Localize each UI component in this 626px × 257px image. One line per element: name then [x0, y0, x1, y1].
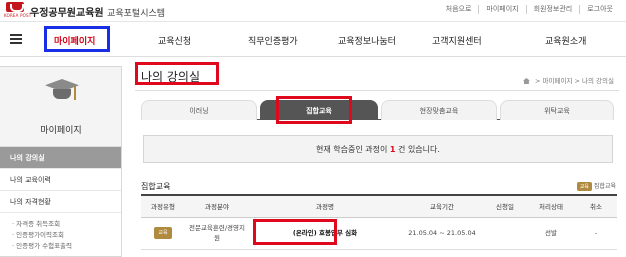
process-status: 선발 [527, 217, 575, 250]
site-title-name: 우정공무원교육원 [30, 8, 104, 19]
sidebar-subitem-cert-history[interactable]: · 인증평가이력조회 [0, 230, 121, 241]
course-table: 과정유형 과정분야 과정명 교육기간 신청일 처리상태 취소 교육 전문교육훈련… [141, 194, 617, 250]
utility-links: 처음으로 마이페이지 회원정보관리 로그아웃 [439, 5, 620, 14]
cancel-cell: - [575, 217, 617, 250]
sidebar-title: 마이페이지 [40, 126, 82, 136]
sidebar-item-qualification-status[interactable]: 나의 자격현황 [0, 191, 121, 213]
sidebar-item-my-classroom[interactable]: 나의 강의실 [0, 147, 121, 169]
column-header: 교육기간 [401, 194, 483, 218]
util-link-mypage[interactable]: 마이페이지 [478, 5, 525, 14]
tab-field-custom[interactable]: 현장맞춤교육 [381, 100, 497, 120]
course-tabs: 이러닝 집합교육 현장맞춤교육 위탁교육 [141, 100, 614, 120]
breadcrumb-my-classroom[interactable]: 나의 강의실 [582, 77, 614, 85]
section-title: 집합교육 [141, 182, 171, 191]
sidebar-item-education-history[interactable]: 나의 교육이력 [0, 169, 121, 191]
nav-item-customer-center[interactable]: 고객지원센터 [432, 34, 482, 47]
course-field-line1: 전문교육훈련/경영지 [188, 224, 245, 232]
tab-commissioned[interactable]: 위탁교육 [500, 100, 614, 120]
legend-chip: 교육 [576, 182, 592, 191]
legend: 교육 집합교육 [576, 181, 616, 191]
table-row: 교육 전문교육훈련/경영지 원 (온라인) 호봉업무 심화 21.05.04 ~ … [141, 217, 617, 250]
tab-elearning[interactable]: 이러닝 [141, 100, 257, 120]
nav-item-course-apply[interactable]: 교육신청 [158, 34, 191, 47]
highlight-box-tab [276, 96, 352, 124]
sidebar-submenu: · 자격증 취득조회 · 인증평가이력조회 · 인증평가 수험표출력 [0, 213, 121, 252]
site-system-name: 교육포털시스템 [107, 9, 166, 19]
column-header: 과정유형 [141, 194, 185, 218]
logo-text: KOREA POST [4, 13, 32, 18]
table-header-row: 과정유형 과정분야 과정명 교육기간 신청일 처리상태 취소 [141, 194, 617, 218]
site-title[interactable]: 우정공무원교육원 교육포털시스템 [30, 4, 165, 19]
sidebar-header: 마이페이지 [0, 67, 121, 147]
highlight-box-page-title [135, 62, 219, 85]
column-header: 처리상태 [527, 194, 575, 218]
util-link-member-info[interactable]: 회원정보관리 [525, 5, 580, 14]
highlight-box-course [253, 219, 337, 245]
post-logo-icon [6, 2, 24, 12]
nav-item-info-share[interactable]: 교육정보나눔터 [338, 34, 396, 47]
home-icon[interactable] [522, 78, 530, 84]
sidebar-subitem-license-lookup[interactable]: · 자격증 취득조회 [0, 219, 121, 230]
column-header: 과정분야 [185, 194, 249, 218]
highlight-box-mypage [44, 26, 110, 52]
logo[interactable]: KOREA POST [4, 2, 31, 18]
course-type-badge: 교육 [154, 227, 172, 239]
nav-item-about[interactable]: 교육원소개 [545, 34, 586, 47]
column-header: 신청일 [483, 194, 527, 218]
legend-label: 집합교육 [593, 183, 616, 190]
breadcrumb-mypage[interactable]: 마이페이지 [543, 77, 573, 85]
menu-icon[interactable] [10, 34, 22, 44]
learning-status-notice: 현재 학습중인 과정이 1 건 있습니다. [143, 135, 613, 163]
column-header: 과정명 [249, 194, 401, 218]
top-header: KOREA POST 우정공무원교육원 교육포털시스템 처음으로 마이페이지 회원정… [0, 0, 626, 22]
course-period: 21.05.04 ~ 21.05.04 [401, 217, 483, 250]
column-header: 취소 [575, 194, 617, 218]
title-divider [135, 90, 619, 91]
util-link-home[interactable]: 처음으로 [439, 5, 479, 14]
course-field-line2: 원 [214, 234, 220, 242]
sidebar-menu: 나의 강의실 나의 교육이력 나의 자격현황 · 자격증 취득조회 · 인증평가… [0, 147, 121, 252]
sidebar: 마이페이지 나의 강의실 나의 교육이력 나의 자격현황 · 자격증 취득조회 … [0, 66, 122, 257]
nav-item-job-certification[interactable]: 직무인증평가 [248, 34, 298, 47]
graduation-cap-icon [45, 79, 79, 109]
sidebar-subitem-exam-ticket[interactable]: · 인증평가 수험표출력 [0, 241, 121, 252]
util-link-logout[interactable]: 로그아웃 [579, 5, 620, 14]
breadcrumb: > 마이페이지 > 나의 강의실 [522, 75, 614, 85]
apply-date [483, 217, 527, 250]
